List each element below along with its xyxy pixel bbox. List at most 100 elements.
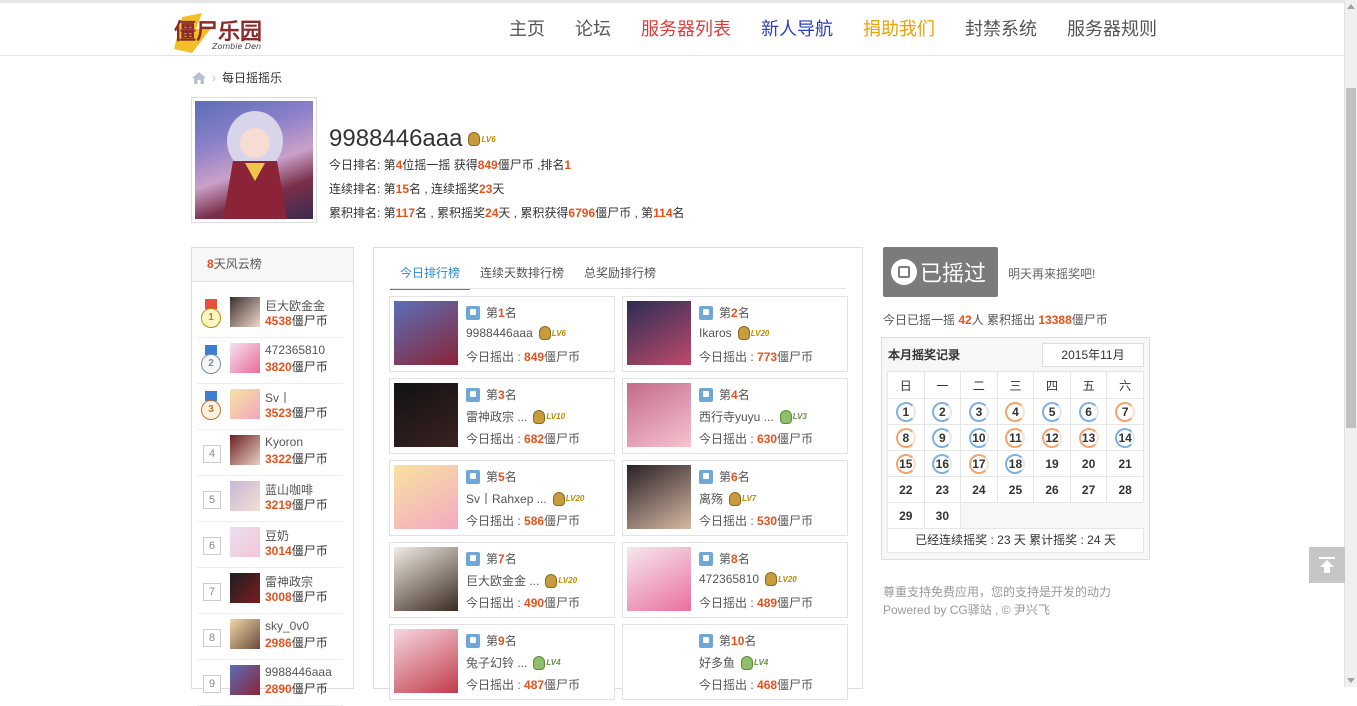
tab-total[interactable]: 总奖励排行榜 [574,258,666,288]
avatar[interactable] [230,343,260,373]
ranking-card[interactable]: 第 9 名兔子幻铃 ... LV4 今日摇出 : 487僵尸币 [389,624,615,700]
calendar-day: 15 [887,450,925,477]
ranking-card[interactable]: 第 8 名 472365810 LV20 今日摇出 : 489僵尸币 [622,542,848,618]
leaderboard-name[interactable]: sky_0v0 [265,619,309,633]
profile-avatar[interactable] [191,97,317,223]
avatar[interactable] [230,435,260,465]
shake-button[interactable]: 已摇过 [883,247,998,297]
leaderboard-row[interactable]: 7 雷神政宗 3008僵尸币 [197,568,343,614]
ranking-card[interactable]: 第 3 名雷神政宗 ... LV10 今日摇出 : 682僵尸币 [389,378,615,454]
calendar-month-select[interactable]: 2015年11月 [1042,343,1144,367]
ranking-card[interactable]: 第 4 名西行寺yuyu ... LV3 今日摇出 : 630僵尸币 [622,378,848,454]
card-username[interactable]: 472365810 LV20 [699,572,797,586]
avatar[interactable] [627,465,691,529]
rank-flag-icon [466,469,480,484]
card-username[interactable]: Sv丨Rahxep ... LV20 [466,490,584,507]
avatar[interactable] [394,629,458,693]
weekday-label: 一 [923,371,962,399]
card-username[interactable]: 兔子幻铃 ... LV4 [466,654,561,671]
card-username[interactable]: 离殇 LV7 [699,490,756,507]
avatar[interactable] [394,465,458,529]
avatar[interactable] [394,383,458,447]
leaderboard-row[interactable]: 8 sky_0v0 2986僵尸币 [197,614,343,660]
ranking-card[interactable]: 第 6 名离殇 LV7 今日摇出 : 530僵尸币 [622,460,848,536]
footer-support-text: 尊重支持免费应用，您的支持是开发的动力 [883,585,1112,599]
monthly-calendar: 本月摇奖记录 2015年11月 日一二三四五六 1 2 3 4 5 6 7 8 9 10 11 12 13… [881,337,1150,560]
avatar[interactable] [230,527,260,557]
card-username[interactable]: 西行寺yuyu ... LV3 [699,408,807,425]
avatar[interactable] [394,301,458,365]
nav-item-6[interactable]: 服务器规则 [1052,16,1172,42]
avatar[interactable] [627,301,691,365]
avatar[interactable] [230,297,260,327]
leaderboard-row[interactable]: 3 Sv丨 3523僵尸币 [197,384,343,430]
card-username[interactable]: 好多鱼 LV4 [699,654,768,671]
leaderboard-row[interactable]: 1 巨大欧金金 4538僵尸币 [197,292,343,338]
leaderboard-coins: 3820僵尸币 [265,360,328,374]
card-rank: 第3名 [466,386,517,403]
nav-item-3[interactable]: 新人导航 [746,16,848,42]
scroll-thumb[interactable] [1346,88,1356,428]
leaderboard-coins: 4538僵尸币 [265,314,328,328]
leaderboard-row[interactable]: 2 472365810 3820僵尸币 [197,338,343,384]
tab-streak[interactable]: 连续天数排行榜 [470,258,574,288]
nav-item-2[interactable]: 服务器列表 [626,16,746,42]
card-username[interactable]: 雷神政宗 ... LV10 [466,408,565,425]
leaderboard-row[interactable]: 9 9988446aaa 2890僵尸币 [197,660,343,706]
page-scrollbar[interactable] [1344,0,1357,687]
level-badge-icon: LV20 [552,491,584,506]
tab-divider [390,288,846,289]
card-rank: 第9名 [466,632,517,649]
calendar-day: 4 [996,398,1035,425]
scroll-up-icon[interactable] [1347,4,1355,9]
leaderboard-row[interactable]: 4 Kyoron 3322僵尸币 [197,430,343,476]
calendar-day: 1 [887,398,925,425]
card-rank: 第 10 名 [699,632,756,649]
leaderboard-coins: 3008僵尸币 [265,590,328,604]
leaderboard-name[interactable]: 472365810 [265,343,325,357]
avatar[interactable] [627,383,691,447]
avatar[interactable] [230,389,260,419]
tab-today[interactable]: 今日排行榜 [390,258,471,290]
rank-flag-icon [466,305,480,320]
avatar[interactable] [627,547,691,611]
avatar[interactable] [230,573,260,603]
back-to-top-button[interactable] [1309,547,1345,583]
rank-medal-icon: 2 [201,345,221,377]
scroll-down-icon[interactable] [1347,678,1355,683]
avatar[interactable] [230,619,260,649]
avatar[interactable] [230,665,260,695]
card-rank: 第2名 [699,304,750,321]
ranking-card[interactable]: 第 5 名 Sv丨Rahxep ... LV20 今日摇出 : 586僵尸币 [389,460,615,536]
nav-item-0[interactable]: 主页 [494,16,560,42]
leaderboard-name[interactable]: Kyoron [265,435,303,449]
card-username[interactable]: 巨大欧金金 ... LV20 [466,572,577,589]
nav-item-5[interactable]: 封禁系统 [950,16,1052,42]
card-username[interactable]: Ikaros LV20 [699,326,769,340]
card-today-coins: 今日摇出 : 586僵尸币 [466,514,581,528]
avatar[interactable] [394,547,458,611]
ranking-card[interactable]: 第 7 名巨大欧金金 ... LV20 今日摇出 : 490僵尸币 [389,542,615,618]
leaderboard-name[interactable]: 9988446aaa [265,665,332,679]
rank-flag-icon [466,633,480,648]
card-username[interactable]: 9988446aaa LV6 [466,326,566,340]
ranking-card[interactable]: 第 1 名 9988446aaa LV6 今日摇出 : 849僵尸币 [389,296,615,372]
leaderboard-coins: 3523僵尸币 [265,406,328,420]
leaderboard-row[interactable]: 5 蓝山咖啡 3219僵尸币 [197,476,343,522]
breadcrumb: › 每日摇摇乐 [192,69,282,86]
leaderboard-row[interactable]: 6 豆奶 3014僵尸币 [197,522,343,568]
home-icon[interactable] [192,71,206,84]
avatar[interactable] [230,481,260,511]
profile-total-rank: 累积排名: 第117名 , 累积摇奖24天 , 累积获得6796僵尸币 , 第1… [329,206,685,220]
ranking-card[interactable]: 第 2 名 Ikaros LV20 今日摇出 : 773僵尸币 [622,296,848,372]
ranking-card[interactable]: 第 10 名好多鱼 LV4 今日摇出 : 468僵尸币 [622,624,848,700]
calendar-day: 29 [887,502,925,529]
svg-text:Zombie Den: Zombie Den [211,42,261,51]
calendar-day: 13 [1069,424,1108,451]
site-logo[interactable]: 僵尸乐园 Zombie Den [172,9,262,55]
calendar-day: 10 [960,424,998,451]
rank-flag-icon [466,551,480,566]
nav-item-4[interactable]: 捐助我们 [848,16,950,42]
nav-item-1[interactable]: 论坛 [560,16,626,42]
avatar[interactable] [627,629,691,693]
